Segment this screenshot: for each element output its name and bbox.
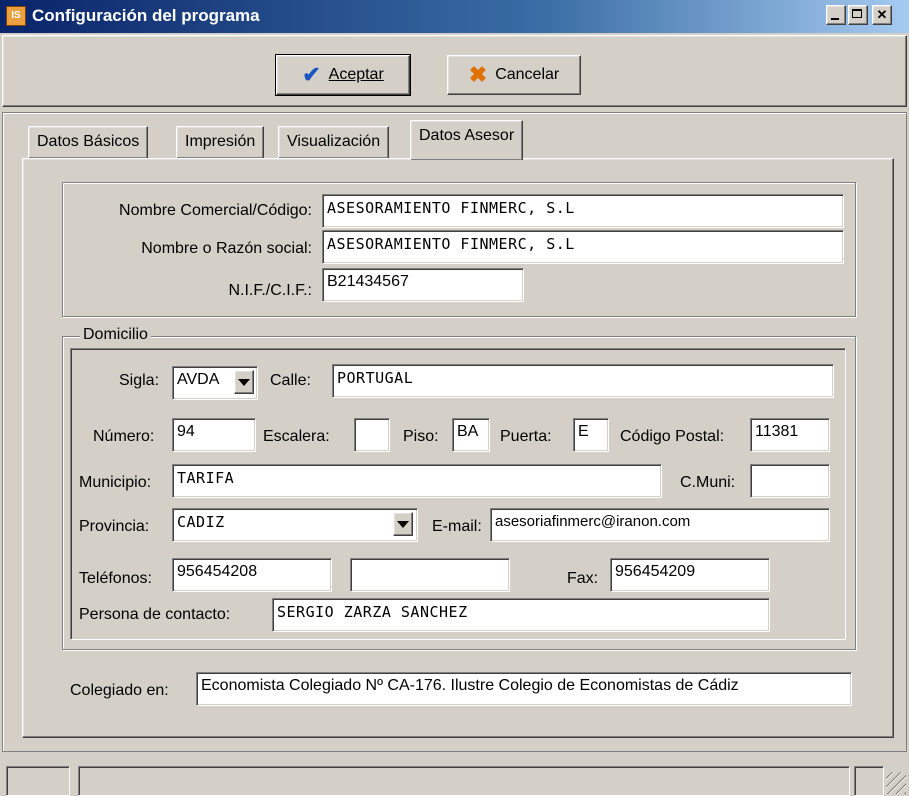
cancel-x-icon: ✖	[468, 62, 488, 87]
tab-datos-asesor[interactable]: Datos Asesor	[410, 120, 524, 160]
close-icon: ✕	[876, 7, 888, 22]
tab-visualizacion[interactable]: Visualización	[278, 126, 390, 158]
cancel-button-label: Cancelar	[495, 66, 560, 83]
minimize-icon	[831, 18, 839, 20]
accept-button[interactable]: ✔ Aceptar	[275, 54, 411, 96]
city-code-field[interactable]	[750, 464, 830, 498]
accept-button-label: Aceptar	[328, 66, 384, 83]
maximize-button[interactable]	[848, 5, 868, 25]
sigla-label: Sigla:	[119, 372, 160, 389]
contact-field[interactable]: SERGIO ZARZA SANCHEZ	[272, 598, 770, 632]
minimize-button[interactable]	[826, 5, 846, 25]
contact-label: Persona de contacto:	[79, 606, 231, 623]
province-value: CADIZ	[177, 513, 225, 531]
status-pane-2	[78, 766, 850, 796]
checkmark-icon: ✔	[302, 62, 321, 87]
city-field[interactable]: TARIFA	[172, 464, 662, 498]
nif-field[interactable]: B21434567	[322, 268, 524, 302]
close-button[interactable]: ✕	[872, 5, 892, 25]
floor-label: Piso:	[403, 428, 439, 445]
sigla-value: AVDA	[177, 371, 220, 388]
tab-impresion[interactable]: Impresión	[176, 126, 265, 158]
tab-datos-basicos[interactable]: Datos Básicos	[28, 126, 149, 158]
status-pane-1	[6, 766, 70, 796]
fax-label: Fax:	[567, 570, 599, 587]
commercial-name-field[interactable]: ASESORAMIENTO FINMERC, S.L	[322, 194, 844, 228]
app-icon: IS	[6, 6, 26, 26]
email-field[interactable]: asesoriafinmerc@iranon.com	[490, 508, 830, 542]
legal-name-label: Nombre o Razón social:	[141, 240, 312, 257]
province-label: Provincia:	[79, 518, 150, 535]
registry-label: Colegiado en:	[70, 682, 169, 699]
floor-field[interactable]: BA	[452, 418, 490, 452]
number-field[interactable]: 94	[172, 418, 256, 452]
city-label: Municipio:	[79, 474, 152, 491]
title-bar[interactable]: IS Configuración del programa ✕	[0, 0, 909, 33]
chevron-down-icon	[397, 520, 409, 528]
cancel-button[interactable]: ✖ Cancelar	[447, 55, 581, 95]
nif-label: N.I.F./C.I.F.:	[228, 282, 312, 299]
phones-label: Teléfonos:	[79, 570, 152, 587]
postal-label: Código Postal:	[620, 428, 725, 445]
commercial-name-label: Nombre Comercial/Código:	[119, 202, 312, 219]
phone2-field[interactable]	[350, 558, 510, 592]
registry-field[interactable]: Economista Colegiado Nº CA-176. Ilustre …	[196, 672, 852, 706]
status-pane-3	[854, 766, 884, 796]
maximize-icon	[852, 9, 862, 18]
address-group-label: Domicilio	[80, 326, 151, 344]
stair-field[interactable]	[354, 418, 390, 452]
province-dropdown-button[interactable]	[393, 512, 413, 536]
phone1-field[interactable]: 956454208	[172, 558, 332, 592]
door-label: Puerta:	[500, 428, 552, 445]
chevron-down-icon	[238, 378, 250, 386]
postal-field[interactable]: 11381	[750, 418, 830, 452]
resize-grip-icon[interactable]	[886, 772, 906, 794]
door-field[interactable]: E	[573, 418, 609, 452]
number-label: Número:	[93, 428, 155, 445]
city-code-label: C.Muni:	[680, 474, 736, 491]
province-select[interactable]: CADIZ	[172, 508, 418, 542]
fax-field[interactable]: 956454209	[610, 558, 770, 592]
window-title: Configuración del programa	[32, 6, 260, 25]
legal-name-field[interactable]: ASESORAMIENTO FINMERC, S.L	[322, 230, 844, 264]
street-label: Calle:	[270, 372, 311, 389]
email-label: E-mail:	[432, 518, 482, 535]
stair-label: Escalera:	[263, 428, 330, 445]
street-field[interactable]: PORTUGAL	[332, 364, 834, 398]
sigla-dropdown-button[interactable]	[234, 370, 254, 394]
